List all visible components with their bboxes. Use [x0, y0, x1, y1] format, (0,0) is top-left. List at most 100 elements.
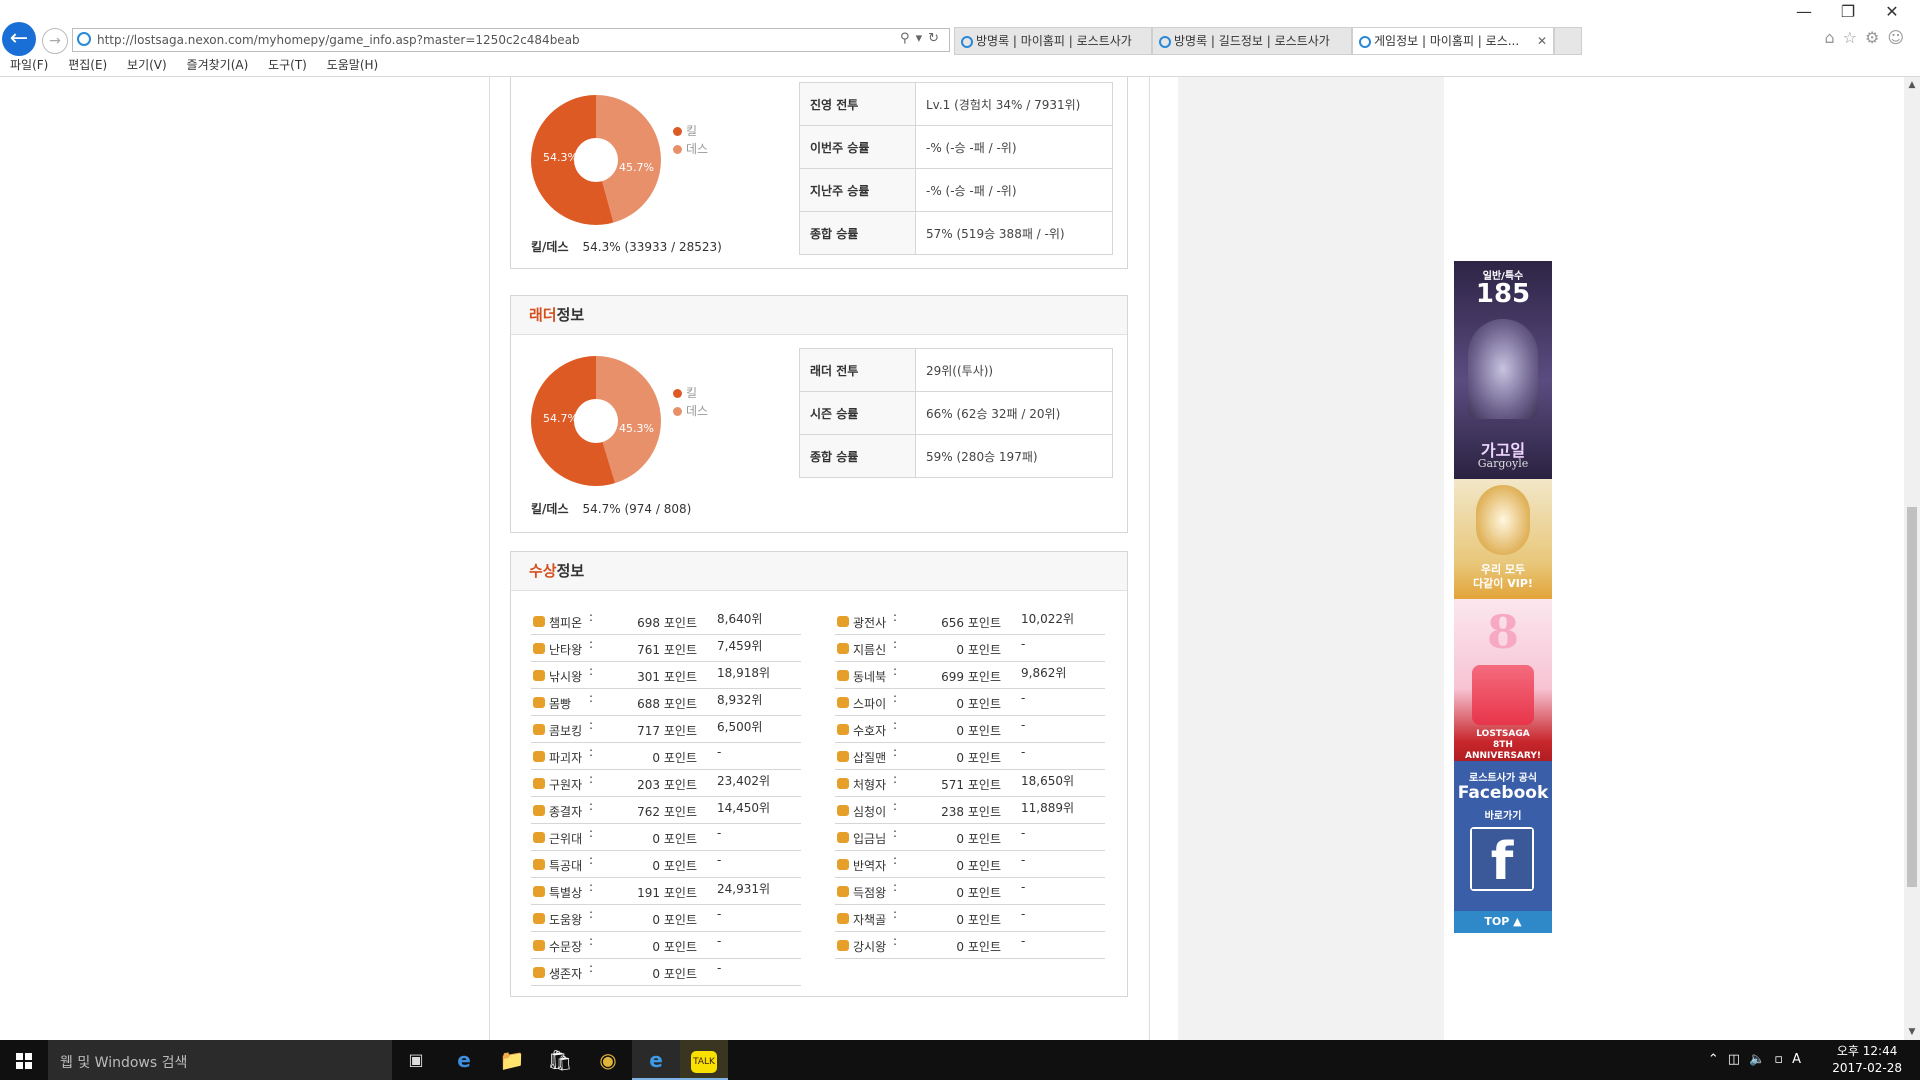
award-medal-icon	[837, 940, 849, 951]
award-points: 0 포인트	[652, 751, 697, 765]
volume-icon[interactable]: 🔈	[1749, 1052, 1774, 1067]
menu-edit[interactable]: 편집(E)	[68, 58, 107, 72]
award-name: 종결자	[549, 805, 583, 819]
award-points: 698 포인트	[637, 616, 697, 630]
legend-dot-death	[673, 145, 682, 154]
ladder-stat-table: 래더 전투 29위((투사)) 시즌 승률 66% (62승 32패 / 20위) …	[799, 348, 1113, 478]
title-highlight: 수상	[529, 562, 557, 580]
stat-value: 57% (519승 388패 / -위)	[915, 211, 1113, 255]
kakaotalk-icon[interactable]: TALK	[680, 1040, 728, 1080]
banner-gargoyle[interactable]: 일반/특수 185 가고일 Gargoyle	[1454, 261, 1552, 479]
title-rest: 정보	[556, 306, 585, 324]
scroll-thumb[interactable]	[1907, 507, 1917, 887]
table-row: 지난주 승률 -% (-승 -패 / -위)	[799, 168, 1113, 212]
tab-label: 게임정보 | 마이홈피 | 로스...	[1374, 34, 1520, 48]
menu-favorites[interactable]: 즐겨찾기(A)	[187, 58, 249, 72]
award-points: 0 포인트	[652, 913, 697, 927]
task-view-icon[interactable]: ▣	[392, 1040, 440, 1080]
top-button[interactable]: TOP ▲	[1454, 911, 1552, 933]
internet-explorer-icon[interactable]: e	[632, 1040, 680, 1080]
address-tools[interactable]: ⚲▾↻	[900, 31, 945, 46]
stat-value: 59% (280승 197패)	[915, 434, 1113, 478]
award-medal-icon	[533, 751, 545, 762]
legend-death: 데스	[673, 140, 708, 158]
scroll-up-icon[interactable]: ▲	[1904, 77, 1920, 93]
tab-close-icon[interactable]: ✕	[1537, 28, 1547, 54]
store-icon[interactable]: 🛍	[536, 1040, 584, 1080]
home-icon[interactable]: ⌂	[1824, 28, 1842, 47]
award-rank: -	[1021, 718, 1026, 732]
award-name: 난타왕	[549, 643, 583, 657]
forward-button[interactable]: →	[42, 28, 68, 54]
scroll-down-icon[interactable]: ▼	[1904, 1024, 1920, 1040]
ladder-section-title: 래더정보	[511, 296, 1127, 335]
ladder-legend: 킬 데스	[673, 384, 708, 420]
banner-vip[interactable]: 우리 모두 다같이 VIP!	[1454, 479, 1552, 599]
tab-guestbook-home[interactable]: 방명록 | 마이홈피 | 로스트사가	[954, 27, 1152, 55]
network-icon[interactable]: ◫	[1728, 1052, 1749, 1067]
award-rank: -	[1021, 691, 1026, 705]
award-name: 처형자	[853, 778, 887, 792]
award-points: 762 포인트	[637, 805, 697, 819]
award-medal-icon	[533, 886, 545, 897]
back-button[interactable]: ←	[2, 22, 36, 56]
award-name: 입금님	[853, 832, 887, 846]
legend-death: 데스	[673, 402, 708, 420]
notification-icon[interactable]: ▫	[1774, 1052, 1792, 1067]
edge-icon[interactable]: e	[440, 1040, 488, 1080]
taskbar-clock[interactable]: 오후 12:44 2017-02-28	[1832, 1043, 1902, 1077]
list-item: 생존자:0 포인트 -	[531, 959, 801, 986]
new-tab-button[interactable]	[1554, 27, 1582, 55]
tab-guestbook-guild[interactable]: 방명록 | 길드정보 | 로스트사가	[1152, 27, 1352, 55]
ie-tab-icon	[1159, 35, 1171, 48]
award-medal-icon	[837, 778, 849, 789]
minimize-icon[interactable]: —	[1786, 2, 1822, 21]
award-points: 0 포인트	[652, 967, 697, 981]
award-points: 0 포인트	[956, 751, 1001, 765]
award-rank: 23,402위	[717, 774, 771, 788]
toolbar-icons[interactable]: ⌂☆⚙☺	[1824, 28, 1912, 47]
address-bar[interactable]: http://lostsaga.nexon.com/myhomepy/game_…	[72, 28, 950, 52]
award-name: 지름신	[853, 643, 887, 657]
chrome-icon[interactable]: ◉	[584, 1040, 632, 1080]
taskbar-search[interactable]: 웹 및 Windows 검색	[48, 1040, 392, 1080]
smiley-icon[interactable]: ☺	[1887, 28, 1912, 47]
list-item: 자책골:0 포인트 -	[835, 905, 1105, 932]
tab-game-info[interactable]: 게임정보 | 마이홈피 | 로스... ✕	[1352, 27, 1554, 55]
menu-view[interactable]: 보기(V)	[127, 58, 167, 72]
award-medal-icon	[837, 616, 849, 627]
award-rank: -	[1021, 907, 1026, 921]
award-rank: -	[717, 826, 722, 840]
camp-stat-table: 진영 전투 Lv.1 (경험치 34% / 7931위) 이번주 승률 -% (-승…	[799, 82, 1113, 255]
address-url[interactable]: http://lostsaga.nexon.com/myhomepy/game_…	[97, 33, 580, 47]
award-rank: -	[1021, 934, 1026, 948]
legend-dot-death	[673, 407, 682, 416]
banner-anniversary[interactable]: 8 LOSTSAGA 8TH ANNIVERSARY!	[1454, 599, 1552, 761]
menu-bar: 파일(F) 편집(E) 보기(V) 즐겨찾기(A) 도구(T) 도움말(H)	[0, 56, 384, 74]
start-button[interactable]	[0, 1040, 48, 1080]
banner-facebook[interactable]: 로스트사가 공식 Facebook 바로가기 f	[1454, 761, 1552, 911]
menu-tools[interactable]: 도구(T)	[268, 58, 307, 72]
award-medal-icon	[533, 670, 545, 681]
award-name: 파괴자	[549, 751, 583, 765]
list-item: 도움왕:0 포인트 -	[531, 905, 801, 932]
file-explorer-icon[interactable]: 📁	[488, 1040, 536, 1080]
close-window-icon[interactable]: ✕	[1874, 2, 1910, 21]
favorites-star-icon[interactable]: ☆	[1843, 28, 1865, 47]
ladder-kd-donut: 54.7% 45.3%	[531, 356, 661, 486]
list-item: 처형자:571 포인트 18,650위	[835, 770, 1105, 797]
banner-gargoyle-number: 185	[1475, 279, 1531, 309]
tray-chevron-icon[interactable]: ⌃	[1708, 1052, 1728, 1067]
camp-info-box: 54.3% 45.7% 킬 데스 킬/데스 54.3% (33933 / 2852…	[510, 77, 1128, 269]
system-tray[interactable]: ⌃◫🔈▫A	[1708, 1052, 1810, 1067]
award-points: 203 포인트	[637, 778, 697, 792]
menu-file[interactable]: 파일(F)	[10, 58, 48, 72]
vertical-scrollbar[interactable]: ▲ ▼	[1904, 77, 1920, 1040]
maximize-icon[interactable]: ❐	[1830, 2, 1866, 21]
menu-help[interactable]: 도움말(H)	[327, 58, 379, 72]
settings-gear-icon[interactable]: ⚙	[1865, 28, 1887, 47]
award-name: 생존자	[549, 967, 583, 981]
ime-indicator[interactable]: A	[1792, 1052, 1810, 1067]
death-pct-label: 45.7%	[619, 161, 654, 174]
awards-info-box: 수상정보 챔피온:698 포인트 8,640위 난타왕:761 포인트 7,459위 낚…	[510, 551, 1128, 997]
